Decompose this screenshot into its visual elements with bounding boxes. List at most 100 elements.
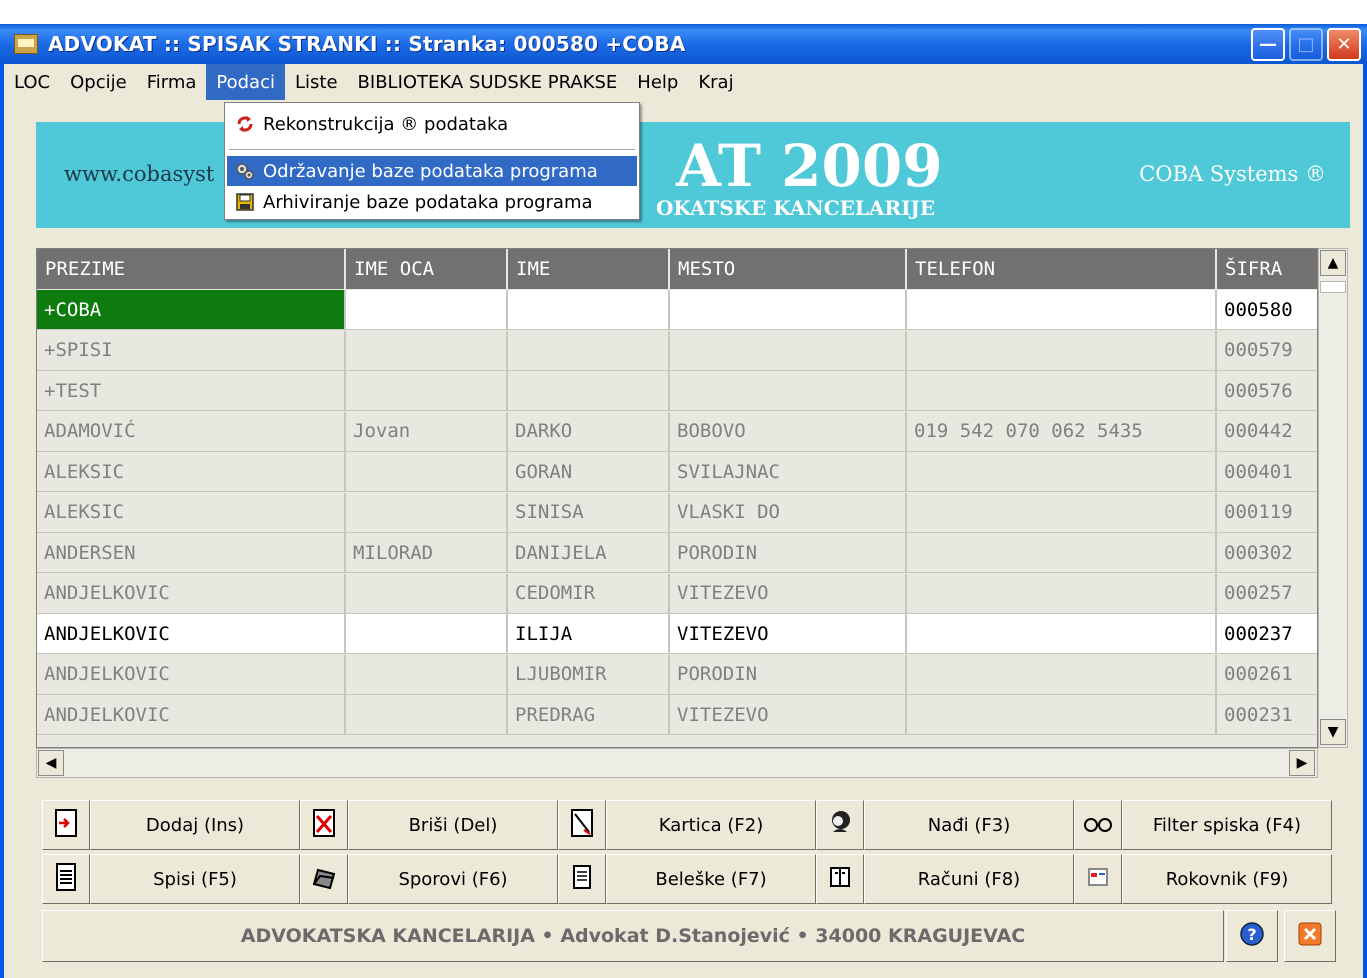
cell-prezime[interactable]: ANDJELKOVIC [37, 695, 346, 735]
table-row[interactable]: ANDERSEN MILORAD DANIJELA PORODIN 000302 [37, 533, 1317, 573]
cell-mesto[interactable]: PORODIN [670, 533, 907, 573]
column-header-sifra[interactable]: ŠIFRA [1217, 249, 1317, 289]
nadji-button[interactable]: Nađi (F3) [864, 800, 1074, 850]
menu-item-rekonstrukcija[interactable]: Rekonstrukcija ® podataka [227, 109, 637, 139]
cell-mesto[interactable] [670, 371, 907, 411]
cell-ime-oca[interactable] [346, 695, 508, 735]
cell-telefon[interactable] [907, 330, 1217, 371]
menu-opcije[interactable]: Opcije [60, 64, 137, 100]
cell-sifra[interactable]: 000237 [1217, 614, 1317, 654]
menu-biblioteka[interactable]: BIBLIOTEKA SUDSKE PRAKSE [348, 64, 628, 100]
cell-sifra[interactable]: 000401 [1217, 452, 1317, 492]
cell-ime[interactable]: GORAN [508, 452, 670, 492]
scroll-left-button[interactable]: ◀ [38, 750, 64, 776]
vertical-scrollbar[interactable]: ▲ ▼ [1318, 248, 1348, 748]
cell-sifra[interactable]: 000302 [1217, 533, 1317, 573]
cell-ime-oca[interactable]: MILORAD [346, 533, 508, 573]
cell-ime-oca[interactable] [346, 290, 508, 330]
calendar-icon-button[interactable] [1074, 854, 1122, 904]
table-row[interactable]: ANDJELKOVIC LJUBOMIR PORODIN 000261 [37, 654, 1317, 695]
filter-button[interactable]: Filter spiska (F4) [1122, 800, 1332, 850]
table-row[interactable]: +TEST 000576 [37, 371, 1317, 411]
folder-icon-button[interactable] [300, 854, 348, 904]
table-row[interactable]: ANDJELKOVIC CEDOMIR VITEZEVO 000257 [37, 573, 1317, 614]
clients-grid[interactable]: PREZIME IME OCA IME MESTO TELEFON ŠIFRA … [36, 248, 1318, 748]
table-row[interactable]: ALEKSIC SINISA VLASKI DO 000119 [37, 492, 1317, 533]
cell-prezime[interactable]: +SPISI [37, 330, 346, 371]
cell-ime-oca[interactable] [346, 573, 508, 614]
menu-item-odrzavanje[interactable]: Održavanje baze podataka programa [227, 156, 637, 186]
help-button[interactable]: ? [1226, 910, 1278, 962]
cell-ime[interactable]: DANIJELA [508, 533, 670, 573]
cell-mesto[interactable]: BOBOVO [670, 411, 907, 452]
notes-icon-button[interactable] [558, 854, 606, 904]
cell-sifra[interactable]: 000442 [1217, 411, 1317, 452]
cell-telefon[interactable]: 019 542 070 062 5435 [907, 411, 1217, 452]
scroll-down-button[interactable]: ▼ [1320, 719, 1346, 745]
cell-telefon[interactable] [907, 654, 1217, 695]
invoice-icon-button[interactable] [816, 854, 864, 904]
column-header-mesto[interactable]: MESTO [670, 249, 907, 289]
cell-mesto[interactable]: PORODIN [670, 654, 907, 695]
close-button[interactable]: ✕ [1327, 28, 1361, 61]
cell-ime-oca[interactable] [346, 452, 508, 492]
cell-prezime[interactable]: ANDJELKOVIC [37, 614, 346, 654]
column-header-telefon[interactable]: TELEFON [907, 249, 1217, 289]
cell-prezime[interactable]: ANDERSEN [37, 533, 346, 573]
cell-ime[interactable]: LJUBOMIR [508, 654, 670, 695]
exit-button[interactable] [1284, 910, 1336, 962]
kartica-button[interactable]: Kartica (F2) [606, 800, 816, 850]
cell-telefon[interactable] [907, 614, 1217, 654]
sporovi-button[interactable]: Sporovi (F6) [348, 854, 558, 904]
cell-prezime[interactable]: ANDJELKOVIC [37, 573, 346, 614]
add-icon-button[interactable] [42, 800, 90, 850]
cell-ime[interactable] [508, 290, 670, 330]
card-icon-button[interactable] [558, 800, 606, 850]
filter-icon-button[interactable] [1074, 800, 1122, 850]
scroll-right-button[interactable]: ▶ [1289, 750, 1315, 776]
cell-ime[interactable]: CEDOMIR [508, 573, 670, 614]
table-row[interactable]: ADAMOVIĆ Jovan DARKO BOBOVO 019 542 070 062 … [37, 411, 1317, 452]
cell-ime[interactable]: ILIJA [508, 614, 670, 654]
files-icon-button[interactable] [42, 854, 90, 904]
column-header-prezime[interactable]: PREZIME [37, 249, 346, 289]
racuni-button[interactable]: Računi (F8) [864, 854, 1074, 904]
cell-telefon[interactable] [907, 533, 1217, 573]
column-header-ime[interactable]: IME [508, 249, 670, 289]
cell-mesto[interactable]: SVILAJNAC [670, 452, 907, 492]
cell-mesto[interactable] [670, 290, 907, 330]
cell-ime[interactable]: DARKO [508, 411, 670, 452]
cell-ime-oca[interactable] [346, 330, 508, 371]
cell-sifra[interactable]: 000580 [1217, 290, 1317, 330]
cell-mesto[interactable]: VITEZEVO [670, 695, 907, 735]
cell-telefon[interactable] [907, 492, 1217, 533]
menu-firma[interactable]: Firma [137, 64, 207, 100]
table-row[interactable]: +COBA 000580 [37, 290, 1317, 330]
cell-prezime[interactable]: +COBA [37, 290, 346, 330]
table-row[interactable]: ANDJELKOVIC ILIJA VITEZEVO 000237 [37, 614, 1317, 654]
cell-telefon[interactable] [907, 371, 1217, 411]
cell-ime-oca[interactable] [346, 654, 508, 695]
cell-telefon[interactable] [907, 695, 1217, 735]
cell-sifra[interactable]: 000257 [1217, 573, 1317, 614]
cell-telefon[interactable] [907, 290, 1217, 330]
cell-ime-oca[interactable] [346, 492, 508, 533]
cell-prezime[interactable]: ANDJELKOVIC [37, 654, 346, 695]
scroll-thumb[interactable] [1320, 281, 1346, 293]
cell-sifra[interactable]: 000261 [1217, 654, 1317, 695]
rokovnik-button[interactable]: Rokovnik (F9) [1122, 854, 1332, 904]
horizontal-scrollbar[interactable]: ◀ ▶ [36, 748, 1318, 778]
cell-sifra[interactable]: 000231 [1217, 695, 1317, 735]
menu-liste[interactable]: Liste [285, 64, 348, 100]
cell-mesto[interactable] [670, 330, 907, 371]
cell-prezime[interactable]: ALEKSIC [37, 452, 346, 492]
cell-telefon[interactable] [907, 573, 1217, 614]
cell-ime-oca[interactable] [346, 371, 508, 411]
brisi-button[interactable]: Briši (Del) [348, 800, 558, 850]
cell-ime[interactable] [508, 330, 670, 371]
menu-item-arhiviranje[interactable]: Arhiviranje baze podataka programa [227, 187, 637, 217]
cell-ime[interactable] [508, 371, 670, 411]
menu-podaci[interactable]: Podaci [206, 64, 285, 100]
beleske-button[interactable]: Beleške (F7) [606, 854, 816, 904]
cell-mesto[interactable]: VITEZEVO [670, 614, 907, 654]
